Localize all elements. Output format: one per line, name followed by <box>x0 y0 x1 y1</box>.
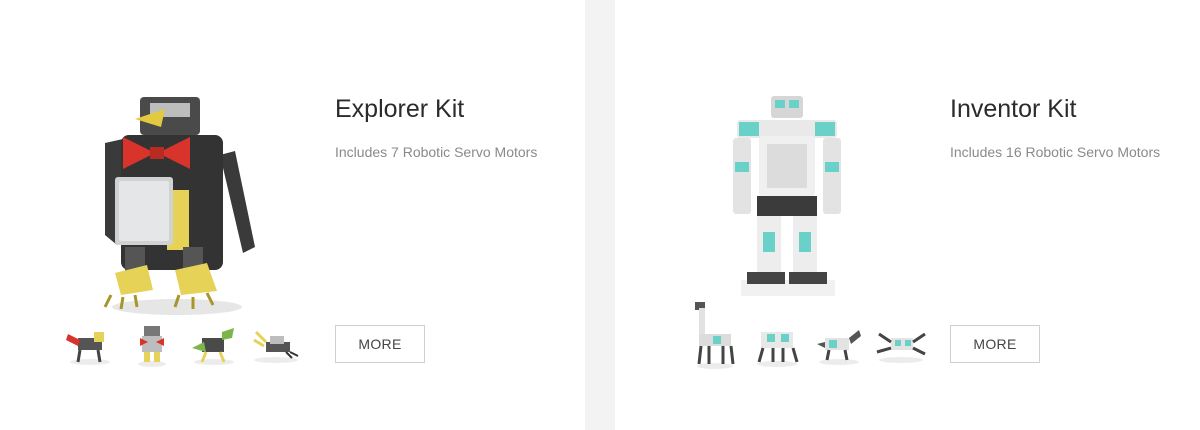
explorer-kit-card: Explorer Kit Includes 7 Robotic Servo Mo… <box>0 0 585 430</box>
product-title: Inventor Kit <box>950 95 1077 123</box>
inventor-thumbnails <box>689 300 927 370</box>
robot-giraffe-thumb[interactable] <box>689 300 741 370</box>
robot-scorpion-thumb[interactable] <box>250 322 302 368</box>
explorer-more-button[interactable]: MORE <box>335 325 425 363</box>
product-title: Explorer Kit <box>335 95 465 123</box>
robot-spider-thumb[interactable] <box>875 322 927 368</box>
robot-walker-thumb[interactable] <box>751 322 803 368</box>
penguin-robot-image[interactable] <box>95 95 260 320</box>
card-divider <box>585 0 615 430</box>
robot-dino-thumb[interactable] <box>813 322 865 368</box>
product-subtitle: Includes 7 Robotic Servo Motors <box>335 144 538 160</box>
product-subtitle: Includes 16 Robotic Servo Motors <box>950 144 1161 160</box>
inventor-kit-card: Inventor Kit Includes 16 Robotic Servo M… <box>615 0 1200 430</box>
inventor-more-button[interactable]: MORE <box>950 325 1040 363</box>
robot-dog-thumb[interactable] <box>64 322 116 368</box>
robot-humanoid-thumb[interactable] <box>126 322 178 368</box>
robot-dino-thumb[interactable] <box>188 322 240 368</box>
humanoid-robot-image[interactable] <box>723 92 851 304</box>
explorer-thumbnails <box>64 322 302 368</box>
